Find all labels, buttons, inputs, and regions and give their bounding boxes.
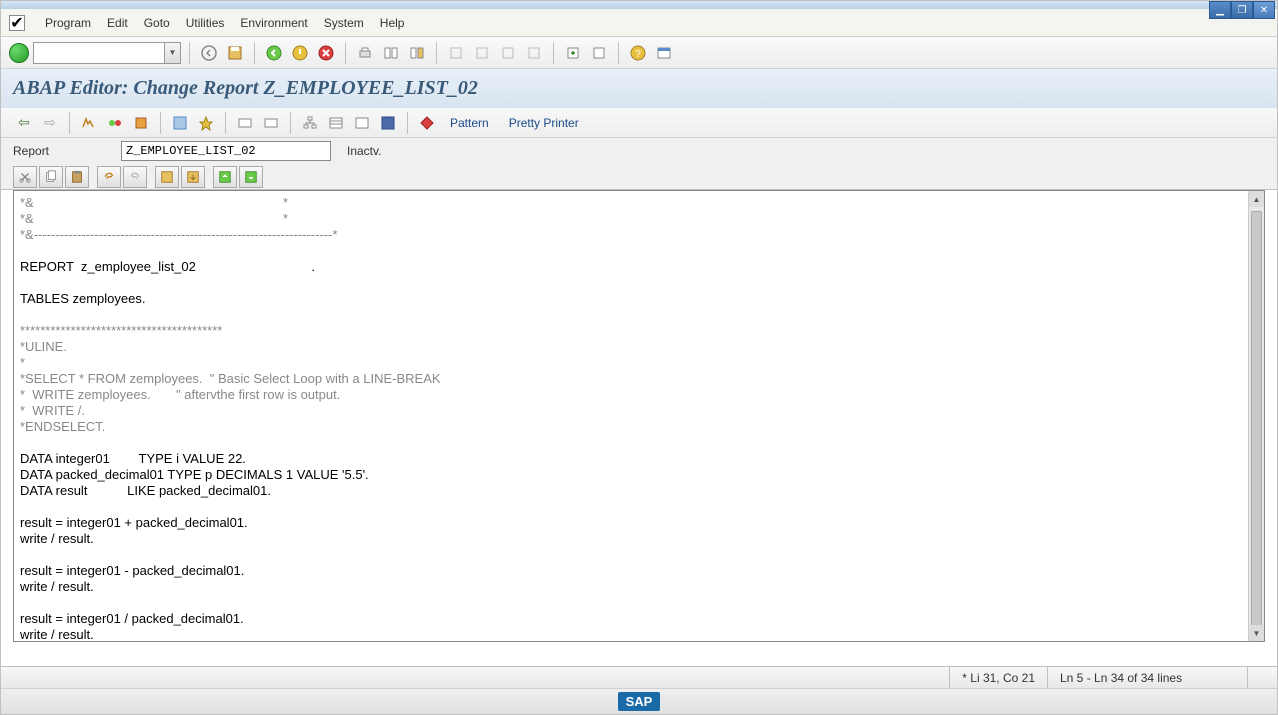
footerbar: SAP [1, 688, 1277, 714]
separator [290, 112, 291, 134]
separator [160, 112, 161, 134]
layout-icon[interactable] [653, 42, 675, 64]
main-window: ▁ ❐ ✕ ✔ Program Edit Goto Utilities Envi… [0, 0, 1278, 715]
scroll-up-icon[interactable]: ▲ [1249, 191, 1264, 207]
menu-program[interactable]: Program [45, 16, 91, 30]
report-status: Inactv. [347, 144, 381, 158]
redo-icon[interactable] [123, 166, 147, 188]
standard-toolbar: ▼ ? [1, 37, 1277, 69]
find-icon[interactable] [380, 42, 402, 64]
scroll-thumb[interactable] [1251, 211, 1262, 631]
report-label: Report [13, 144, 113, 158]
report-row: Report Inactv. [1, 138, 1277, 164]
separator [225, 112, 226, 134]
status-end [1247, 667, 1277, 688]
sap-logo: SAP [618, 692, 661, 711]
svg-text:?: ? [635, 49, 641, 60]
replace-icon[interactable] [239, 166, 263, 188]
help-icon[interactable]: ? [627, 42, 649, 64]
copy-icon[interactable] [39, 166, 63, 188]
scroll-down-icon[interactable]: ▼ [1249, 625, 1264, 641]
menu-goto[interactable]: Goto [144, 16, 170, 30]
separator [407, 112, 408, 134]
object-list-icon[interactable] [325, 112, 347, 134]
editor-container: *& * *& * *&----------------------------… [13, 190, 1265, 642]
cancel-icon[interactable] [315, 42, 337, 64]
vertical-scrollbar[interactable]: ▲ ▼ [1248, 191, 1264, 641]
shortcut-icon[interactable] [588, 42, 610, 64]
close-button[interactable]: ✕ [1253, 1, 1275, 19]
status-modified: * Li 31, Co 21 [949, 667, 1047, 688]
prev-page-icon[interactable] [471, 42, 493, 64]
separator [69, 112, 70, 134]
menu-system[interactable]: System [324, 16, 364, 30]
activate-icon[interactable] [195, 112, 217, 134]
titlebar: ▁ ❐ ✕ [1, 1, 1277, 9]
next-object-icon[interactable]: ⇨ [39, 112, 61, 134]
statusbar: * Li 31, Co 21 Ln 5 - Ln 34 of 34 lines [1, 666, 1277, 688]
hierarchy-icon[interactable] [299, 112, 321, 134]
where-used-icon[interactable] [260, 112, 282, 134]
separator [189, 42, 190, 64]
save-local-icon[interactable] [155, 166, 179, 188]
separator [436, 42, 437, 64]
load-local-icon[interactable] [181, 166, 205, 188]
check-icon[interactable] [169, 112, 191, 134]
save-icon[interactable] [224, 42, 246, 64]
pretty-printer-button[interactable]: Pretty Printer [509, 116, 579, 130]
application-toolbar: ⇦ ⇨ Pattern Pretty Printer [1, 108, 1277, 138]
separator [553, 42, 554, 64]
separator [254, 42, 255, 64]
active-inactive-icon[interactable] [104, 112, 126, 134]
maximize-button[interactable]: ❐ [1231, 1, 1253, 19]
command-field[interactable]: ▼ [33, 42, 181, 64]
breakpoint-icon[interactable] [416, 112, 438, 134]
report-name-input[interactable] [121, 141, 331, 161]
new-session-icon[interactable] [562, 42, 584, 64]
window-controls: ▁ ❐ ✕ [1209, 1, 1275, 19]
menu-edit[interactable]: Edit [107, 16, 128, 30]
menu-utilities[interactable]: Utilities [186, 16, 225, 30]
separator [345, 42, 346, 64]
other-object-icon[interactable] [130, 112, 152, 134]
back-icon[interactable] [198, 42, 220, 64]
toggle-display-icon[interactable] [78, 112, 100, 134]
next-page-icon[interactable] [497, 42, 519, 64]
enter-button[interactable] [9, 43, 29, 63]
find-next-icon[interactable] [406, 42, 428, 64]
fullscreen-icon[interactable] [377, 112, 399, 134]
nav-window-icon[interactable] [351, 112, 373, 134]
code-editor[interactable]: *& * *& * *&----------------------------… [14, 191, 1264, 641]
page-title: ABAP Editor: Change Report Z_EMPLOYEE_LI… [1, 69, 1277, 108]
menu-help[interactable]: Help [380, 16, 405, 30]
separator [618, 42, 619, 64]
first-page-icon[interactable] [445, 42, 467, 64]
chevron-down-icon[interactable]: ▼ [164, 43, 180, 63]
last-page-icon[interactable] [523, 42, 545, 64]
prev-object-icon[interactable]: ⇦ [13, 112, 35, 134]
back-green-icon[interactable] [263, 42, 285, 64]
exit-icon[interactable] [289, 42, 311, 64]
status-range: Ln 5 - Ln 34 of 34 lines [1047, 667, 1247, 688]
menu-environment[interactable]: Environment [240, 16, 307, 30]
pattern-button[interactable]: Pattern [450, 116, 489, 130]
editor-toolbar [1, 164, 1277, 190]
execute-icon[interactable] [234, 112, 256, 134]
print-icon[interactable] [354, 42, 376, 64]
menu-toggle-icon[interactable]: ✔ [9, 15, 25, 31]
paste-icon[interactable] [65, 166, 89, 188]
undo-icon[interactable] [97, 166, 121, 188]
menubar: ✔ Program Edit Goto Utilities Environmen… [1, 9, 1277, 37]
find-in-icon[interactable] [213, 166, 237, 188]
minimize-button[interactable]: ▁ [1209, 1, 1231, 19]
cut-icon[interactable] [13, 166, 37, 188]
